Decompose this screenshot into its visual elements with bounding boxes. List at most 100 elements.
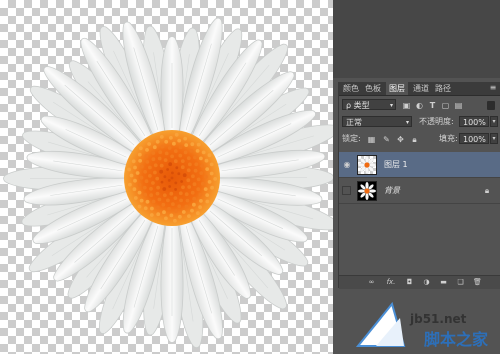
filter-row: ρ 类型 ▾ ▣ ◐ T ▢ ▤: [339, 98, 500, 112]
seed: [178, 145, 183, 150]
layer-row-1[interactable]: ◉ 图层 1: [339, 152, 500, 178]
fx-icon[interactable]: fx.: [385, 278, 397, 287]
document-canvas[interactable]: [0, 0, 333, 354]
chevron-down-icon: ▾: [405, 119, 409, 126]
seed: [167, 146, 172, 150]
seed: [168, 185, 172, 188]
tab-color[interactable]: 颜色: [341, 82, 361, 95]
panel-menu-icon[interactable]: ≡: [488, 83, 498, 93]
seed: [196, 142, 201, 147]
seed: [155, 139, 160, 144]
filter-toggle-icon[interactable]: [487, 101, 495, 110]
seed: [150, 206, 154, 211]
daisy-thumb-icon: [358, 182, 376, 200]
seed: [156, 185, 161, 190]
seed: [178, 214, 182, 219]
seed: [163, 175, 167, 179]
lock-label: 锁定:: [342, 134, 361, 143]
pixel-filter-icon[interactable]: ▣: [402, 101, 411, 110]
lock-pixels-icon[interactable]: ✎: [382, 135, 391, 144]
fill-input[interactable]: 100%: [459, 133, 489, 144]
seed: [155, 176, 160, 181]
seed: [186, 156, 191, 161]
fill-dropdown-icon[interactable]: ▾: [490, 133, 498, 144]
shape-filter-icon[interactable]: ▢: [441, 101, 450, 110]
seed: [162, 210, 166, 215]
seed: [178, 191, 183, 196]
seed: [175, 166, 179, 170]
seed: [127, 167, 131, 172]
layer-row-background[interactable]: 背景 🔒︎: [339, 178, 500, 204]
seed: [137, 190, 142, 195]
lock-transparent-icon[interactable]: ▦: [367, 135, 376, 144]
lock-all-icon[interactable]: 🔒︎: [410, 135, 419, 144]
seed: [183, 136, 188, 141]
seed: [186, 178, 191, 183]
seed: [171, 171, 174, 175]
seed: [192, 196, 197, 201]
seed: [156, 212, 161, 217]
lock-row: 锁定: ▦ ✎ ✥ 🔒︎ 填充: 100% ▾: [339, 132, 500, 146]
watermark: jb51.net 脚本之家: [354, 296, 500, 354]
blend-mode-select[interactable]: 正常 ▾: [342, 116, 412, 127]
seed: [157, 156, 162, 161]
opacity-dropdown-icon[interactable]: ▾: [490, 116, 498, 127]
seed: [159, 169, 164, 174]
seed: [209, 171, 214, 176]
lock-position-icon[interactable]: ✥: [396, 135, 405, 144]
type-filter-icon[interactable]: T: [428, 101, 437, 110]
layers-panel: 颜色 色板 图层 通道 路径 ≡ ρ 类型 ▾ ▣ ◐ T ▢ ▤ 正常 ▾ 不…: [338, 82, 500, 289]
link-layers-icon[interactable]: ∞: [367, 278, 376, 287]
seed: [145, 148, 149, 152]
visibility-toggle-empty[interactable]: [342, 186, 351, 195]
delete-layer-icon[interactable]: 🗑︎: [473, 278, 482, 287]
fill-label: 填充:: [439, 134, 458, 143]
filter-kind-select[interactable]: ρ 类型 ▾: [342, 99, 396, 110]
seed: [147, 142, 152, 146]
seed: [132, 187, 137, 192]
seed: [177, 172, 181, 176]
seed: [151, 151, 156, 156]
opacity-label: 不透明度:: [419, 117, 454, 126]
seed: [181, 210, 186, 214]
seed: [189, 149, 194, 153]
seed: [170, 176, 174, 180]
seed: [137, 152, 142, 157]
seed: [209, 162, 214, 167]
seed: [177, 204, 182, 209]
seed: [184, 143, 189, 148]
seed: [188, 162, 192, 167]
layers-footer: ∞ fx. ◘ ◑ ▬ ❑ 🗑︎: [339, 275, 500, 289]
seed: [143, 169, 148, 174]
seed: [129, 173, 134, 178]
opacity-input[interactable]: 100%: [459, 116, 489, 127]
seed: [157, 197, 162, 202]
seed: [149, 213, 154, 217]
seed: [148, 174, 152, 178]
tab-channels[interactable]: 通道: [411, 82, 431, 95]
seed: [173, 196, 178, 201]
seed: [164, 139, 169, 144]
seed: [196, 211, 200, 216]
new-layer-icon[interactable]: ❑: [456, 278, 465, 287]
seed: [145, 199, 150, 204]
seed: [168, 162, 173, 167]
seed: [193, 155, 197, 160]
seed: [137, 204, 142, 209]
tab-paths[interactable]: 路径: [433, 82, 453, 95]
add-mask-icon[interactable]: ◘: [405, 278, 414, 287]
group-icon[interactable]: ▬: [439, 278, 448, 287]
tab-layers[interactable]: 图层: [386, 82, 408, 95]
seed: [193, 168, 198, 173]
tab-swatches[interactable]: 色板: [363, 82, 383, 95]
seed: [180, 165, 185, 170]
adjustment-filter-icon[interactable]: ◐: [415, 101, 424, 110]
seed: [133, 178, 137, 183]
seed: [195, 149, 200, 153]
adjustment-layer-icon[interactable]: ◑: [422, 278, 431, 287]
seed: [191, 174, 195, 179]
smart-object-filter-icon[interactable]: ▤: [454, 101, 463, 110]
seed: [138, 146, 143, 151]
seed: [174, 209, 178, 214]
visibility-eye-icon[interactable]: ◉: [342, 160, 352, 170]
